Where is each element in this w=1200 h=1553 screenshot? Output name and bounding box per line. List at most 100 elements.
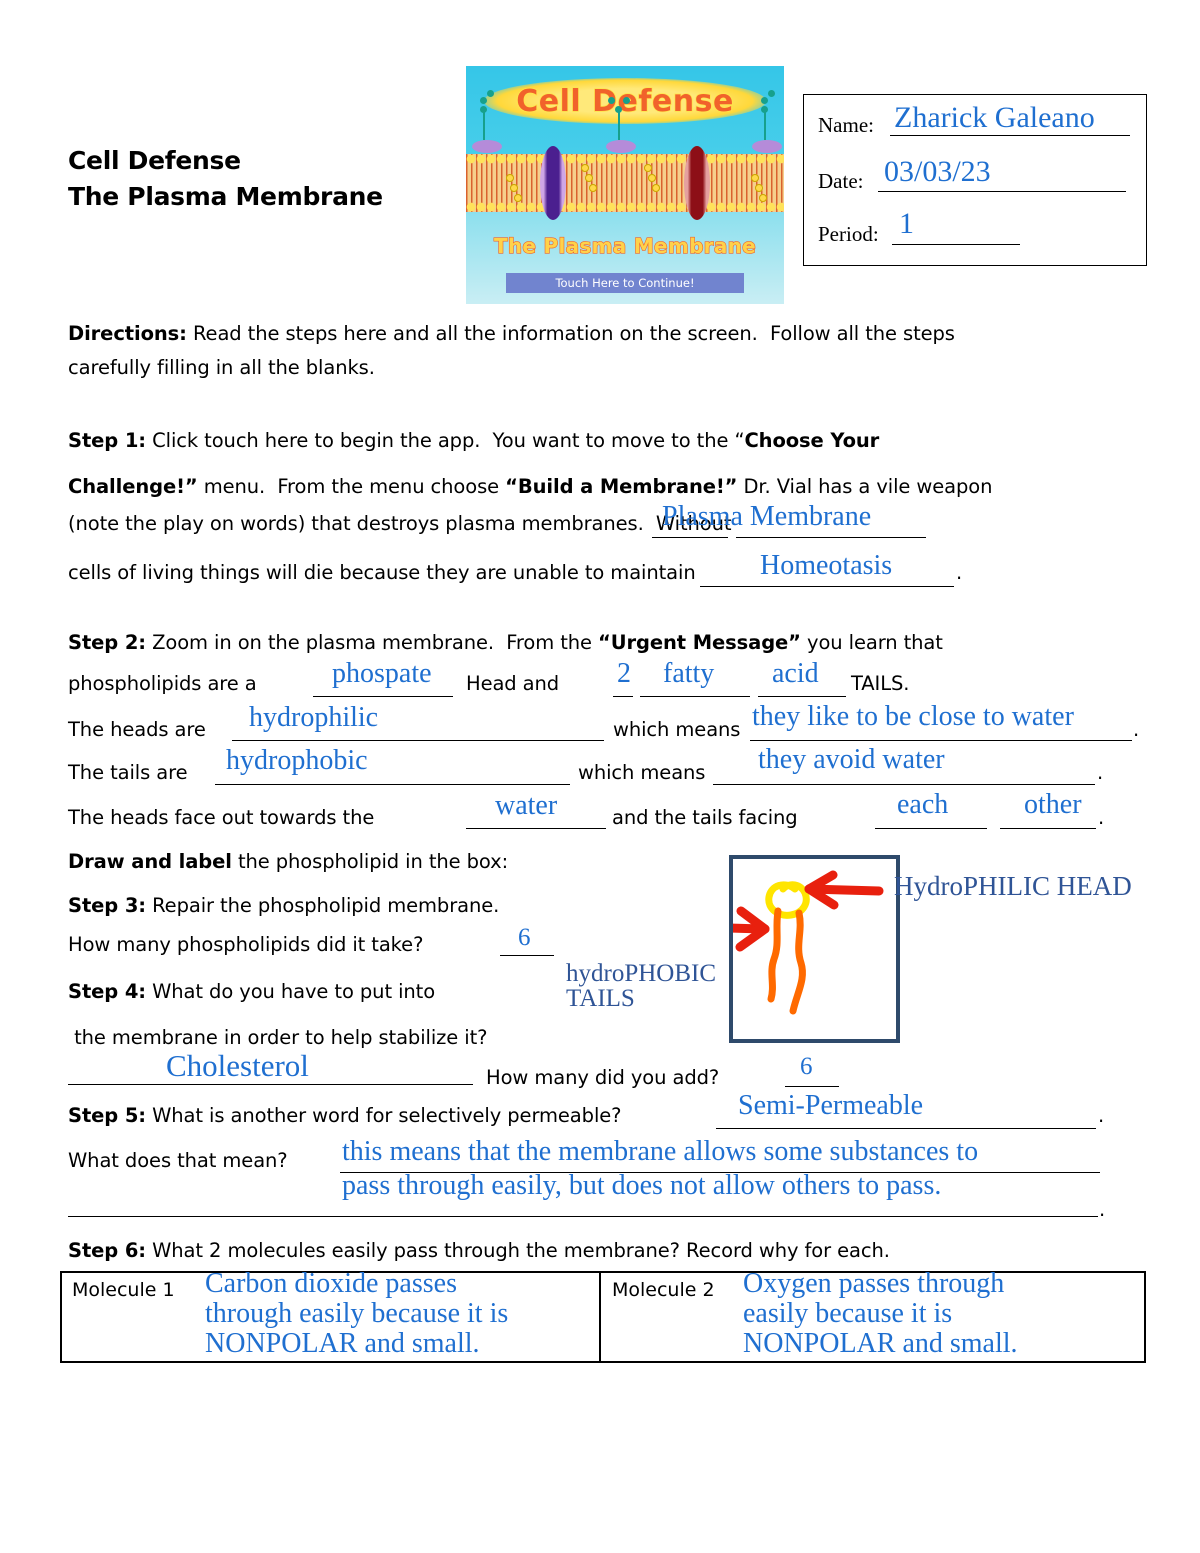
glyco-bead-icon: [761, 106, 768, 113]
step2-hydrophobic-rule: [215, 784, 570, 785]
step1-text-2b: menu. From the menu choose: [197, 475, 506, 498]
step1-text-2d: Dr. Vial has a vile weapon: [737, 475, 993, 498]
step2-answer-phosphate[interactable]: phospate: [332, 660, 432, 688]
step2-line-5-period: .: [1098, 806, 1105, 829]
step2-phobic-means-rule: [713, 784, 1095, 785]
step2-answer-acid[interactable]: acid: [772, 660, 819, 688]
step5-answer2-period: .: [1099, 1198, 1106, 1221]
step2-answer-other[interactable]: other: [1024, 791, 1082, 819]
glyco-bead-icon: [487, 90, 494, 97]
step2-line-3b: which means: [613, 718, 741, 741]
phospholipid-bilayer-graphic: [466, 154, 784, 212]
step2-label: Step 2:: [68, 631, 147, 654]
phospholipid-drawing-box[interactable]: [686, 855, 900, 1043]
annotation-hydrophobic-tails-line1: hydroPHOBIC: [566, 960, 717, 987]
step1-label: Step 1:: [68, 429, 147, 452]
glycoprotein-icon: [752, 140, 782, 153]
molecule-1-answer[interactable]: Carbon dioxide passes through easily bec…: [205, 1269, 508, 1359]
name-value[interactable]: Zharick Galeano: [894, 103, 1095, 133]
step3-text: Repair the phospholipid membrane.: [146, 894, 500, 917]
draw-and-label-bold: Draw and label: [68, 850, 232, 873]
step5-answer-2-line-1[interactable]: this means that the membrane allows some…: [342, 1138, 978, 1166]
step2-answer-water[interactable]: water: [495, 792, 557, 820]
annotation-hydrophilic-head: HydroPHILIC HEAD: [894, 871, 1132, 901]
touch-here-to-continue-button[interactable]: Touch Here to Continue!: [506, 273, 744, 293]
step2-answer-hydrophobic[interactable]: hydrophobic: [226, 747, 368, 775]
period-rule: [892, 244, 1020, 245]
cholesterol-icon: [514, 194, 522, 202]
directions-line-2: carefully filling in all the blanks.: [68, 356, 375, 379]
step1-line-1: Step 1: Click touch here to begin the ap…: [68, 429, 879, 452]
step2-line-5b: and the tails facing: [612, 806, 798, 829]
step2-answer-phobic-means[interactable]: they avoid water: [758, 746, 945, 774]
name-label: Name:: [818, 113, 874, 137]
step1-answer1-rule-b: [736, 537, 926, 538]
step2-line-3-period: .: [1133, 718, 1140, 741]
step5-period-mark: .: [1098, 1104, 1105, 1127]
molecule-2-answer[interactable]: Oxygen passes through easily because it …: [743, 1269, 1018, 1359]
cholesterol-icon: [644, 164, 652, 172]
step2-answer-fatty[interactable]: fatty: [663, 660, 714, 688]
step3-label: Step 3:: [68, 894, 147, 917]
step4-answer-2[interactable]: 6: [800, 1054, 813, 1079]
membrane-protein-red-icon: [684, 146, 710, 220]
step2-line-3a: The heads are: [68, 718, 206, 741]
cholesterol-icon: [755, 184, 763, 192]
period-value[interactable]: 1: [899, 209, 914, 239]
step1-answer-2[interactable]: Homeotasis: [760, 552, 892, 580]
step2-line-2b: Head and: [466, 672, 560, 695]
step1-line-3: (note the play on words) that destroys p…: [68, 512, 732, 535]
molecule-2-label: Molecule 2: [612, 1279, 715, 1301]
step6-text: What 2 molecules easily pass through the…: [146, 1239, 890, 1262]
worksheet-page: Cell Defense The Plasma Membrane Cell De…: [0, 0, 1200, 1553]
step1-text-2c: “Build a Membrane!”: [505, 475, 738, 498]
step2-answer-each[interactable]: each: [897, 791, 948, 819]
step4-answer[interactable]: Cholesterol: [166, 1050, 309, 1081]
glycoprotein-icon: [606, 140, 636, 153]
step5-answer2-rule-2: [68, 1216, 1098, 1217]
step2-acid-rule: [758, 696, 846, 697]
step1-line-2: Challenge!” menu. From the menu choose “…: [68, 475, 992, 498]
name-rule: [890, 135, 1130, 136]
step2-line-1: Step 2: Zoom in on the plasma membrane. …: [68, 631, 943, 654]
step3-question: How many phospholipids did it take?: [68, 933, 424, 956]
molecules-table: Molecule 1 Carbon dioxide passes through…: [60, 1269, 1146, 1363]
step2-philic-means-rule: [750, 740, 1132, 741]
glyco-bead-icon: [623, 97, 630, 104]
date-value[interactable]: 03/03/23: [884, 157, 991, 187]
glyco-bead-icon: [608, 97, 615, 104]
annotation-hydrophobic-tails-line2: TAILS: [566, 985, 635, 1012]
step5-answer-rule: [716, 1128, 1096, 1129]
step1-answer-1[interactable]: Plasma Membrane: [662, 503, 871, 531]
directions-line-1: Directions: Read the steps here and all …: [68, 322, 955, 345]
step3-answer[interactable]: 6: [518, 925, 531, 950]
step2-answer-two[interactable]: 2: [617, 660, 631, 688]
step1-text-1a: Click touch here to begin the app. You w…: [146, 429, 745, 452]
period-label: Period:: [818, 222, 879, 246]
step2-text-1c: you learn that: [800, 631, 943, 654]
step4-question-2: How many did you add?: [486, 1066, 720, 1089]
cholesterol-icon: [581, 164, 589, 172]
step2-text-1b: “Urgent Message”: [598, 631, 801, 654]
cholesterol-icon: [751, 174, 759, 182]
step5-answer-2-line-2[interactable]: pass through easily, but does not allow …: [342, 1172, 941, 1200]
cholesterol-icon: [589, 184, 597, 192]
step2-answer-hydrophilic[interactable]: hydrophilic: [249, 704, 378, 732]
step5-answer[interactable]: Semi-Permeable: [738, 1092, 923, 1120]
step2-water-rule: [466, 828, 606, 829]
phospholipid-sketch: [686, 870, 884, 1015]
step1-answer1-rule-a: [652, 537, 728, 538]
step2-answer-philic-means[interactable]: they like to be close to water: [752, 703, 1074, 731]
step2-fatty-rule: [640, 696, 750, 697]
cholesterol-icon: [652, 184, 660, 192]
step2-line-4b: which means: [578, 761, 706, 784]
step4-answer2-rule: [785, 1086, 839, 1087]
splash-subtitle: The Plasma Membrane: [493, 233, 757, 258]
cholesterol-icon: [585, 174, 593, 182]
directions-text-1: Read the steps here and all the informat…: [186, 322, 955, 345]
glyco-bead-icon: [761, 97, 768, 104]
step2-line-4a: The tails are: [68, 761, 188, 784]
step3-line: Step 3: Repair the phospholipid membrane…: [68, 894, 499, 917]
step3-answer-rule: [500, 955, 554, 956]
date-rule: [878, 191, 1126, 192]
